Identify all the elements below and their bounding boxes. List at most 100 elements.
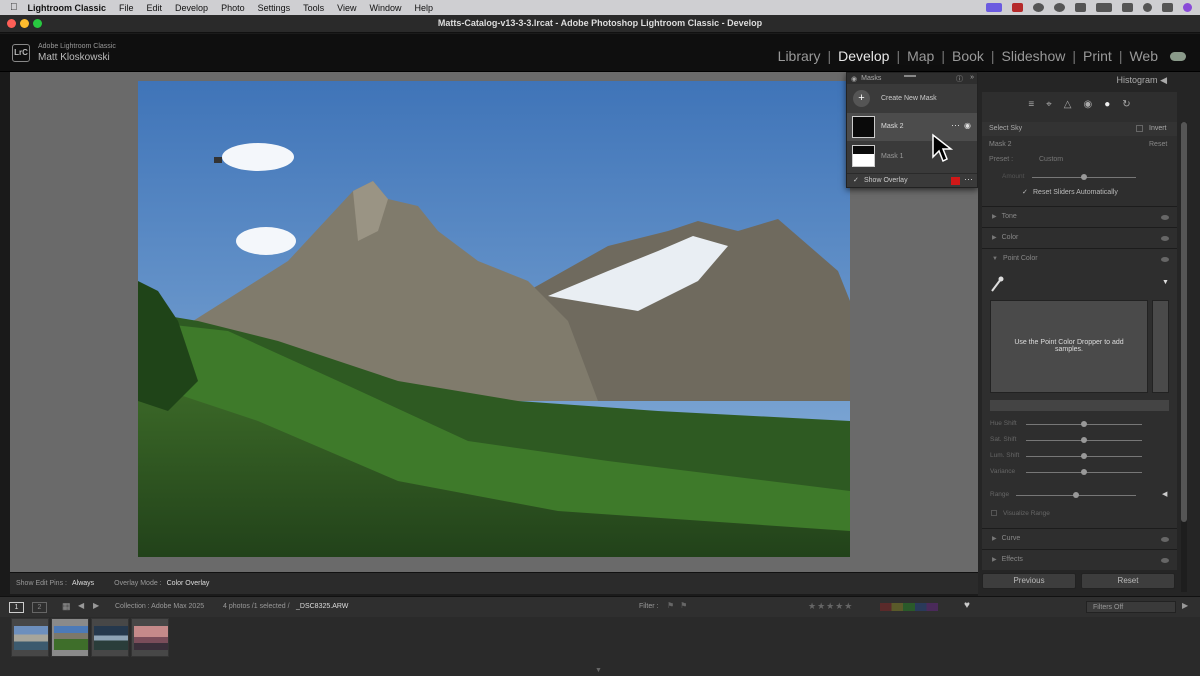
reset-sliders-checkbox[interactable]: ✓ <box>1022 188 1028 196</box>
redeye-icon[interactable]: ◉ <box>1084 99 1093 118</box>
menu-app-name[interactable]: Lightroom Classic <box>28 3 107 13</box>
scroll-thumb[interactable] <box>1181 122 1187 522</box>
control-center-icon[interactable] <box>1162 3 1173 12</box>
module-book[interactable]: Book <box>952 48 984 64</box>
filename[interactable]: _DSC8325.ARW <box>296 603 348 610</box>
previous-button[interactable]: Previous <box>982 573 1076 589</box>
module-library[interactable]: Library <box>778 48 821 64</box>
menu-tools[interactable]: Tools <box>303 3 324 13</box>
reset-button[interactable]: Reset <box>1081 573 1175 589</box>
show-overlay-checkbox[interactable]: ✓ <box>853 176 859 184</box>
settings-icon[interactable] <box>1054 3 1065 12</box>
page-1-button[interactable]: 1 <box>9 602 24 613</box>
mask-item-1[interactable]: Mask 1 <box>847 143 977 171</box>
filmstrip-thumb-selected[interactable] <box>51 618 89 657</box>
collapse-icon[interactable]: » <box>970 74 974 81</box>
amount-slider[interactable]: Amount <box>982 171 1177 183</box>
menu-help[interactable]: Help <box>415 3 434 13</box>
create-mask-row[interactable]: + Create New Mask <box>847 89 977 109</box>
collapse-filmstrip-icon[interactable]: ▼ <box>595 667 602 674</box>
panel-grip-icon[interactable] <box>904 75 916 77</box>
mask-visibility-icon[interactable]: ◉ <box>964 121 971 130</box>
image-viewer[interactable] <box>10 72 978 572</box>
sat-shift-slider[interactable]: Sat. Shift <box>982 434 1177 446</box>
tone-visibility-icon[interactable] <box>1161 215 1169 220</box>
filmstrip-thumb[interactable] <box>91 618 129 657</box>
menu-settings[interactable]: Settings <box>258 3 291 13</box>
mask-item-2[interactable]: Mask 2 ⋯ ◉ <box>847 113 977 141</box>
hue-shift-knob[interactable] <box>1081 421 1087 427</box>
collection-source[interactable]: Collection : Adobe Max 2025 <box>115 603 204 610</box>
menu-view[interactable]: View <box>337 3 356 13</box>
help-icon[interactable]: ⓘ <box>956 74 963 84</box>
filters-off-select[interactable]: Filters Off <box>1086 601 1176 613</box>
cloud-sync-icon[interactable] <box>1170 52 1186 61</box>
search-icon[interactable] <box>1143 3 1152 12</box>
apple-icon[interactable]:  <box>10 2 18 13</box>
sample-dropdown-icon[interactable]: ▼ <box>1162 279 1169 286</box>
menu-file[interactable]: File <box>119 3 134 13</box>
module-web[interactable]: Web <box>1129 48 1158 64</box>
add-mask-icon[interactable]: + <box>853 90 870 107</box>
record-icon[interactable] <box>1012 3 1023 12</box>
siri-icon[interactable] <box>1183 3 1192 12</box>
reset-tool-icon[interactable]: ↻ <box>1122 99 1130 118</box>
effects-section-header[interactable]: ▶ Effects <box>982 549 1177 569</box>
module-print[interactable]: Print <box>1083 48 1112 64</box>
wifi-icon[interactable] <box>1122 3 1133 12</box>
edit-pin-icon[interactable] <box>214 157 222 163</box>
module-develop[interactable]: Develop <box>838 48 889 64</box>
filmstrip-thumb[interactable] <box>131 618 169 657</box>
color-label-filter[interactable] <box>880 603 938 611</box>
color-visibility-icon[interactable] <box>1161 236 1169 241</box>
eyedropper-icon[interactable] <box>990 275 1004 293</box>
range-knob[interactable] <box>1073 492 1079 498</box>
amount-knob[interactable] <box>1081 174 1087 180</box>
edit-sliders-icon[interactable]: ≡ <box>1028 99 1034 118</box>
screen-icon[interactable] <box>986 3 1002 12</box>
effects-visibility-icon[interactable] <box>1161 558 1169 563</box>
masks-panel-header[interactable]: ◉ Masks ⓘ » <box>847 73 977 84</box>
overlay-mode-select[interactable]: Color Overlay <box>167 580 210 587</box>
range-triangle-icon[interactable]: ◀ <box>1162 490 1167 498</box>
mask-reset-button[interactable]: Reset <box>1149 141 1167 148</box>
back-arrow-icon[interactable]: ◀ <box>78 601 84 610</box>
left-panel-collapsed[interactable] <box>0 72 10 596</box>
forward-arrow-icon[interactable]: ▶ <box>93 601 99 610</box>
lum-shift-slider[interactable]: Lum. Shift <box>982 450 1177 462</box>
filmstrip-scroll-icon[interactable]: ▶ <box>1182 601 1188 610</box>
more-options-icon[interactable]: ⋯ <box>951 120 960 131</box>
variance-slider[interactable]: Variance <box>982 466 1177 478</box>
module-map[interactable]: Map <box>907 48 934 64</box>
lum-shift-knob[interactable] <box>1081 453 1087 459</box>
curve-visibility-icon[interactable] <box>1161 537 1169 542</box>
visualize-range-checkbox[interactable] <box>991 510 997 516</box>
menu-photo[interactable]: Photo <box>221 3 245 13</box>
overlay-options-icon[interactable]: ⋯ <box>964 174 973 185</box>
star-filter[interactable]: ★★★★★ <box>808 601 853 612</box>
histogram-header[interactable]: Histogram ◀ <box>982 72 1177 88</box>
menu-window[interactable]: Window <box>370 3 402 13</box>
point-color-visibility-icon[interactable] <box>1161 257 1169 262</box>
page-2-button[interactable]: 2 <box>32 602 47 613</box>
menu-develop[interactable]: Develop <box>175 3 208 13</box>
flag-filter-icons[interactable]: ⚑⚑ <box>667 601 693 610</box>
sat-shift-knob[interactable] <box>1081 437 1087 443</box>
variance-knob[interactable] <box>1081 469 1087 475</box>
visibility-eye-icon[interactable]: ◉ <box>851 75 857 83</box>
curve-section-header[interactable]: ▶ Curve <box>982 528 1177 548</box>
point-color-section-header[interactable]: ▼ Point Color <box>982 248 1177 268</box>
collapse-triangle-icon[interactable]: ◀ <box>1160 75 1167 85</box>
color-section-header[interactable]: ▶ Color <box>982 227 1177 247</box>
module-slideshow[interactable]: Slideshow <box>1002 48 1066 64</box>
tone-section-header[interactable]: ▶ Tone <box>982 206 1177 226</box>
preset-select[interactable]: Custom <box>1039 156 1063 163</box>
menu-edit[interactable]: Edit <box>147 3 163 13</box>
sync-icon[interactable] <box>1033 3 1044 12</box>
grid-view-icon[interactable]: ▦ <box>62 601 71 612</box>
battery-icon[interactable] <box>1096 3 1112 12</box>
show-edit-pins-select[interactable]: Always <box>72 580 94 587</box>
right-panel-scrollbar[interactable] <box>1181 122 1187 592</box>
heart-icon[interactable]: ♥ <box>964 600 970 611</box>
hue-shift-slider[interactable]: Hue Shift <box>982 418 1177 430</box>
